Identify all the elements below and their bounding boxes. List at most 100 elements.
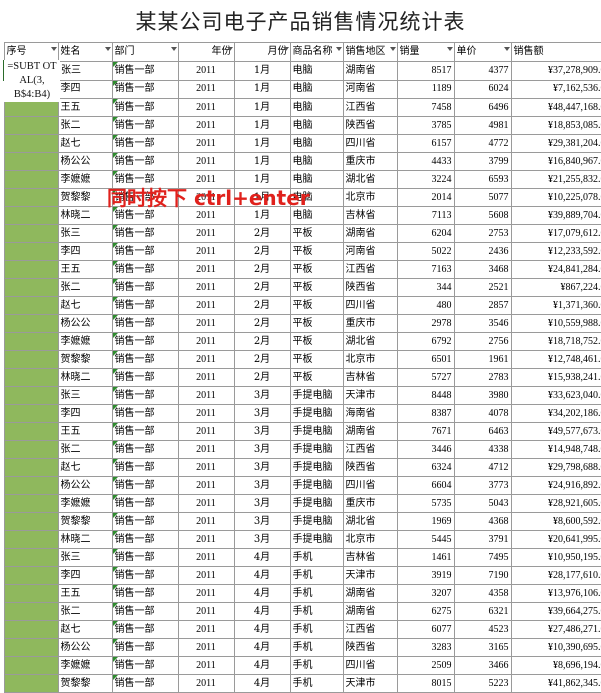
- seq-cell[interactable]: [4, 675, 58, 693]
- cell-sales[interactable]: ¥41,862,345.0: [511, 675, 601, 693]
- cell-qty[interactable]: 7458: [397, 99, 454, 117]
- seq-cell[interactable]: [4, 297, 58, 315]
- cell-region[interactable]: 陕西省: [343, 117, 397, 135]
- cell-region[interactable]: 河南省: [343, 80, 397, 99]
- cell-qty[interactable]: 3785: [397, 117, 454, 135]
- cell-sales[interactable]: ¥28,921,605.0: [511, 495, 601, 513]
- cell-year[interactable]: 2011: [178, 459, 234, 477]
- cell-sales[interactable]: ¥20,641,995.0: [511, 531, 601, 549]
- cell-month[interactable]: 2月: [234, 333, 290, 351]
- seq-cell[interactable]: [4, 513, 58, 531]
- cell-dept[interactable]: 销售一部: [112, 99, 178, 117]
- cell-qty[interactable]: 3224: [397, 171, 454, 189]
- cell-dept[interactable]: 销售一部: [112, 387, 178, 405]
- cell-price[interactable]: 7190: [454, 567, 511, 585]
- cell-sales[interactable]: ¥24,841,284.0: [511, 261, 601, 279]
- cell-sales[interactable]: ¥39,889,704.0: [511, 207, 601, 225]
- cell-year[interactable]: 2011: [178, 621, 234, 639]
- cell-region[interactable]: 天津市: [343, 387, 397, 405]
- cell-product[interactable]: 手机: [290, 603, 343, 621]
- cell-sales[interactable]: ¥34,202,186.0: [511, 405, 601, 423]
- header-year[interactable]: 年份: [178, 43, 234, 62]
- cell-name[interactable]: 林晓二: [58, 207, 112, 225]
- cell-sales[interactable]: ¥29,798,688.0: [511, 459, 601, 477]
- seq-cell[interactable]: [4, 171, 58, 189]
- seq-cell[interactable]: [4, 243, 58, 261]
- seq-cell[interactable]: [4, 135, 58, 153]
- filter-dropdown-icon[interactable]: [504, 47, 510, 51]
- cell-region[interactable]: 陕西省: [343, 459, 397, 477]
- seq-cell[interactable]: [4, 531, 58, 549]
- cell-sales[interactable]: ¥37,278,909.0: [511, 61, 601, 80]
- cell-year[interactable]: 2011: [178, 603, 234, 621]
- cell-product[interactable]: 手机: [290, 657, 343, 675]
- cell-price[interactable]: 4712: [454, 459, 511, 477]
- cell-dept[interactable]: 销售一部: [112, 333, 178, 351]
- cell-name[interactable]: 林晓二: [58, 369, 112, 387]
- cell-region[interactable]: 重庆市: [343, 315, 397, 333]
- cell-region[interactable]: 河南省: [343, 243, 397, 261]
- cell-sales[interactable]: ¥39,664,275.0: [511, 603, 601, 621]
- cell-month[interactable]: 4月: [234, 621, 290, 639]
- cell-year[interactable]: 2011: [178, 585, 234, 603]
- cell-name[interactable]: 贺黎黎: [58, 675, 112, 693]
- header-dept[interactable]: 部门: [112, 43, 178, 62]
- cell-price[interactable]: 6463: [454, 423, 511, 441]
- cell-sales[interactable]: ¥17,079,612.0: [511, 225, 601, 243]
- cell-price[interactable]: 6593: [454, 171, 511, 189]
- cell-month[interactable]: 1月: [234, 80, 290, 99]
- cell-name[interactable]: 杨公公: [58, 315, 112, 333]
- cell-qty[interactable]: 7113: [397, 207, 454, 225]
- cell-name[interactable]: 张二: [58, 603, 112, 621]
- cell-month[interactable]: 2月: [234, 369, 290, 387]
- cell-product[interactable]: 手提电脑: [290, 531, 343, 549]
- cell-month[interactable]: 4月: [234, 675, 290, 693]
- seq-cell[interactable]: [4, 639, 58, 657]
- cell-product[interactable]: 平板: [290, 333, 343, 351]
- cell-region[interactable]: 四川省: [343, 135, 397, 153]
- cell-dept[interactable]: 销售一部: [112, 423, 178, 441]
- cell-price[interactable]: 2756: [454, 333, 511, 351]
- seq-cell[interactable]: [4, 207, 58, 225]
- header-price[interactable]: 单价: [454, 43, 511, 62]
- cell-qty[interactable]: 2509: [397, 657, 454, 675]
- cell-qty[interactable]: 5727: [397, 369, 454, 387]
- cell-product[interactable]: 手提电脑: [290, 387, 343, 405]
- cell-price[interactable]: 2436: [454, 243, 511, 261]
- cell-year[interactable]: 2011: [178, 675, 234, 693]
- cell-price[interactable]: 4368: [454, 513, 511, 531]
- cell-region[interactable]: 湖北省: [343, 333, 397, 351]
- cell-year[interactable]: 2011: [178, 99, 234, 117]
- cell-month[interactable]: 3月: [234, 477, 290, 495]
- cell-product[interactable]: 电脑: [290, 153, 343, 171]
- cell-sales[interactable]: ¥49,577,673.0: [511, 423, 601, 441]
- cell-price[interactable]: 2521: [454, 279, 511, 297]
- cell-sales[interactable]: ¥24,916,892.0: [511, 477, 601, 495]
- cell-dept[interactable]: 销售一部: [112, 369, 178, 387]
- cell-price[interactable]: 4358: [454, 585, 511, 603]
- cell-region[interactable]: 北京市: [343, 189, 397, 207]
- cell-region[interactable]: 陕西省: [343, 639, 397, 657]
- cell-month[interactable]: 2月: [234, 261, 290, 279]
- cell-qty[interactable]: 1969: [397, 513, 454, 531]
- cell-month[interactable]: 4月: [234, 567, 290, 585]
- cell-product[interactable]: 电脑: [290, 61, 343, 80]
- cell-product[interactable]: 手提电脑: [290, 495, 343, 513]
- cell-dept[interactable]: 销售一部: [112, 675, 178, 693]
- seq-cell[interactable]: [4, 657, 58, 675]
- cell-name[interactable]: 张二: [58, 117, 112, 135]
- cell-name[interactable]: 李四: [58, 567, 112, 585]
- seq-cell[interactable]: [4, 423, 58, 441]
- cell-qty[interactable]: 3919: [397, 567, 454, 585]
- header-month[interactable]: 月份: [234, 43, 290, 62]
- cell-price[interactable]: 5077: [454, 189, 511, 207]
- cell-month[interactable]: 3月: [234, 459, 290, 477]
- cell-year[interactable]: 2011: [178, 513, 234, 531]
- cell-dept[interactable]: 销售一部: [112, 153, 178, 171]
- cell-region[interactable]: 江西省: [343, 621, 397, 639]
- cell-dept[interactable]: 销售一部: [112, 495, 178, 513]
- cell-month[interactable]: 3月: [234, 441, 290, 459]
- cell-name[interactable]: 赵七: [58, 459, 112, 477]
- seq-cell[interactable]: [4, 549, 58, 567]
- cell-sales[interactable]: ¥48,447,168.0: [511, 99, 601, 117]
